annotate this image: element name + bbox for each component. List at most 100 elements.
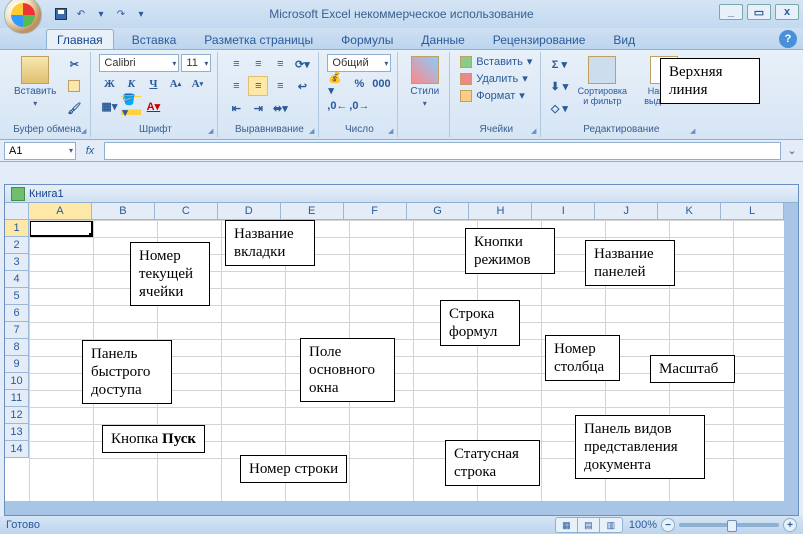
name-box[interactable]: A1 <box>4 142 76 160</box>
redo-button[interactable]: ↷ <box>112 5 130 23</box>
align-left-button[interactable]: ≡ <box>226 76 246 96</box>
number-format-combo[interactable]: Общий <box>327 54 391 72</box>
cut-button[interactable]: ✂ <box>64 54 84 74</box>
orientation-button[interactable]: ⟳▾ <box>292 54 312 74</box>
bold-button[interactable]: Ж <box>99 74 119 94</box>
view-normal-button[interactable]: ▦ <box>556 518 578 532</box>
fill-color-button[interactable]: 🪣▾ <box>121 96 141 116</box>
row-header-4[interactable]: 4 <box>5 271 29 288</box>
callout-start: Кнопка Пуск <box>102 425 205 453</box>
col-header-F[interactable]: F <box>344 203 407 220</box>
indent-dec-button[interactable]: ⇤ <box>226 98 246 118</box>
comma-button[interactable]: 000 <box>371 74 391 94</box>
format-painter-button[interactable]: 🖌 <box>64 98 84 118</box>
autosum-button[interactable]: Σ ▾ <box>549 54 569 74</box>
callout-rownum: Номер строки <box>240 455 347 483</box>
sort-filter-button[interactable]: Сортировка и фильтр <box>573 54 631 108</box>
fx-button[interactable]: fx <box>80 145 100 157</box>
col-header-I[interactable]: I <box>532 203 595 220</box>
tab-formulas[interactable]: Формулы <box>331 30 403 49</box>
font-color-button[interactable]: A▾ <box>143 96 163 116</box>
row-header-6[interactable]: 6 <box>5 305 29 322</box>
cells-delete-button[interactable]: Удалить ▾ <box>458 71 530 86</box>
col-header-H[interactable]: H <box>469 203 532 220</box>
col-header-K[interactable]: K <box>658 203 721 220</box>
undo-button[interactable]: ↶ <box>72 5 90 23</box>
col-header-B[interactable]: B <box>92 203 155 220</box>
align-center-button[interactable]: ≡ <box>248 76 268 96</box>
wrap-button[interactable]: ↩ <box>292 76 312 96</box>
paste-button[interactable]: Вставить ▾ <box>10 54 60 110</box>
help-button[interactable]: ? <box>779 30 797 48</box>
zoom-in-button[interactable]: + <box>783 518 797 532</box>
indent-inc-button[interactable]: ⇥ <box>248 98 268 118</box>
cells-format-button[interactable]: Формат ▾ <box>458 88 527 103</box>
align-top-button[interactable]: ≡ <box>226 54 246 74</box>
dec-decimal-button[interactable]: ,0→ <box>349 96 369 116</box>
clear-button[interactable]: ◇ ▾ <box>549 98 569 118</box>
tab-insert[interactable]: Вставка <box>122 30 187 49</box>
cells-insert-button[interactable]: Вставить ▾ <box>458 54 534 69</box>
active-cell[interactable] <box>29 220 93 237</box>
row-header-5[interactable]: 5 <box>5 288 29 305</box>
col-header-L[interactable]: L <box>721 203 784 220</box>
col-header-J[interactable]: J <box>595 203 658 220</box>
row-header-2[interactable]: 2 <box>5 237 29 254</box>
copy-button[interactable] <box>64 76 84 96</box>
row-header-12[interactable]: 12 <box>5 407 29 424</box>
row-header-1[interactable]: 1 <box>5 220 29 237</box>
view-layout-button[interactable]: ▤ <box>578 518 600 532</box>
save-button[interactable] <box>52 5 70 23</box>
close-button[interactable]: x <box>775 4 799 20</box>
view-break-button[interactable]: ▥ <box>600 518 622 532</box>
row-header-13[interactable]: 13 <box>5 424 29 441</box>
italic-button[interactable]: К <box>121 74 141 94</box>
tab-data[interactable]: Данные <box>411 30 474 49</box>
zoom-out-button[interactable]: − <box>661 518 675 532</box>
formula-expand[interactable]: ⌄ <box>785 144 799 157</box>
tab-view[interactable]: Вид <box>603 30 645 49</box>
grow-font-button[interactable]: A▴ <box>165 74 185 94</box>
callout-topline: Верхняя линия <box>660 58 760 104</box>
zoom-slider[interactable] <box>679 523 779 527</box>
inc-decimal-button[interactable]: ,0← <box>327 96 347 116</box>
row-header-10[interactable]: 10 <box>5 373 29 390</box>
qat-dd1[interactable]: ▾ <box>92 5 110 23</box>
styles-button[interactable]: Стили ▾ <box>406 54 443 110</box>
row-header-9[interactable]: 9 <box>5 356 29 373</box>
col-header-G[interactable]: G <box>407 203 470 220</box>
maximize-button[interactable]: ▭ <box>747 4 771 20</box>
align-right-button[interactable]: ≡ <box>270 76 290 96</box>
font-size-combo[interactable]: 11 <box>181 54 211 72</box>
fill-button[interactable]: ⬇ ▾ <box>549 76 569 96</box>
qat-dd2[interactable]: ▾ <box>132 5 150 23</box>
merge-button[interactable]: ⬌▾ <box>270 98 290 118</box>
col-header-E[interactable]: E <box>281 203 344 220</box>
row-header-14[interactable]: 14 <box>5 441 29 458</box>
row-header-3[interactable]: 3 <box>5 254 29 271</box>
row-header-8[interactable]: 8 <box>5 339 29 356</box>
select-all-corner[interactable] <box>5 203 29 220</box>
tab-review[interactable]: Рецензирование <box>483 30 596 49</box>
styles-label: Стили <box>410 86 439 97</box>
col-header-C[interactable]: C <box>155 203 218 220</box>
borders-button[interactable]: ▦▾ <box>99 96 119 116</box>
align-mid-button[interactable]: ≡ <box>248 54 268 74</box>
align-bot-button[interactable]: ≡ <box>270 54 290 74</box>
sort-label: Сортировка и фильтр <box>577 86 627 106</box>
tab-home[interactable]: Главная <box>46 29 114 49</box>
percent-button[interactable]: % <box>349 74 369 94</box>
shrink-font-button[interactable]: A▾ <box>187 74 207 94</box>
row-header-7[interactable]: 7 <box>5 322 29 339</box>
row-header-11[interactable]: 11 <box>5 390 29 407</box>
col-header-A[interactable]: A <box>29 203 92 220</box>
minimize-button[interactable]: _ <box>719 4 743 20</box>
formula-input[interactable] <box>104 142 781 160</box>
underline-button[interactable]: Ч <box>143 74 163 94</box>
col-header-D[interactable]: D <box>218 203 281 220</box>
currency-button[interactable]: 💰▾ <box>327 74 347 94</box>
zoom-level[interactable]: 100% <box>629 519 657 531</box>
tab-layout[interactable]: Разметка страницы <box>194 30 323 49</box>
font-name-combo[interactable]: Calibri <box>99 54 179 72</box>
callout-tabname: Название вкладки <box>225 220 315 266</box>
